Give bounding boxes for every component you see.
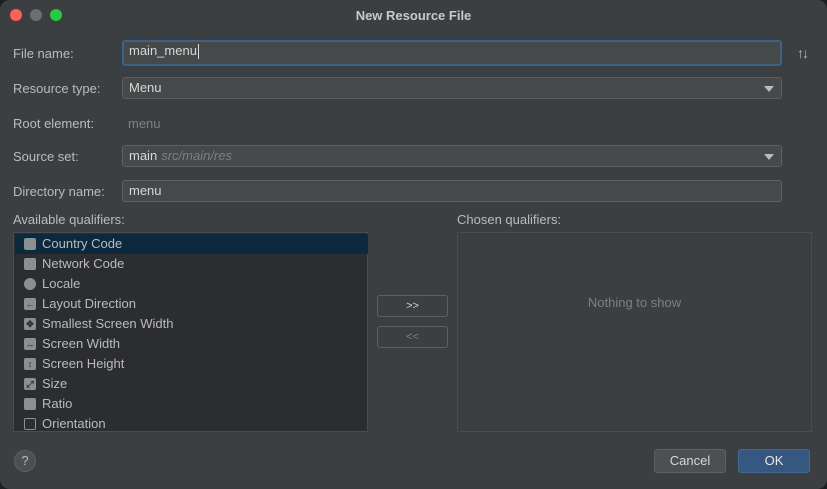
screen-height-icon: ↕	[24, 358, 36, 370]
layout-direction-icon: ←	[24, 298, 36, 310]
list-item[interactable]: ↔ Screen Width	[15, 334, 368, 354]
list-item-label: Ratio	[42, 396, 73, 411]
smallest-width-icon: ✥	[24, 318, 36, 330]
list-item[interactable]: ↕ Screen Height	[15, 354, 368, 374]
chosen-qualifiers-label: Chosen qualifiers:	[457, 212, 562, 227]
screen-width-icon: ↔	[24, 338, 36, 350]
resource-type-dropdown[interactable]: Menu	[122, 77, 782, 99]
chosen-qualifiers-list[interactable]: Nothing to show	[457, 232, 812, 432]
available-qualifiers-list[interactable]: Country Code Network Code Locale ← Layout…	[13, 232, 368, 432]
empty-state-text: Nothing to show	[587, 295, 682, 310]
list-item[interactable]: Country Code	[15, 234, 368, 254]
network-code-icon	[24, 258, 36, 270]
list-item[interactable]: ← Layout Direction	[15, 294, 368, 314]
chevron-down-icon	[764, 86, 774, 92]
list-item[interactable]: ⤢ Size	[15, 374, 368, 394]
text-caret	[197, 44, 199, 60]
ratio-icon	[24, 398, 36, 410]
source-set-dropdown[interactable]: main src/main/res	[122, 145, 782, 167]
root-element-value: menu	[128, 116, 161, 131]
directory-name-input[interactable]: menu	[122, 180, 782, 202]
list-item-label: Locale	[42, 276, 81, 291]
remove-qualifier-button[interactable]: <<	[377, 326, 448, 348]
available-qualifiers-label: Available qualifiers:	[13, 212, 125, 227]
help-button[interactable]: ?	[14, 450, 36, 472]
title-bar: New Resource File	[0, 0, 827, 30]
list-item-label: Screen Height	[42, 356, 125, 371]
list-item[interactable]: Orientation	[15, 414, 368, 431]
orientation-icon	[24, 418, 36, 430]
list-item-label: Smallest Screen Width	[42, 316, 174, 331]
file-name-label: File name:	[13, 46, 74, 61]
list-item-label: Screen Width	[42, 336, 121, 351]
resource-type-label: Resource type:	[13, 81, 101, 96]
country-code-icon	[24, 238, 36, 250]
list-item-label: Network Code	[42, 256, 125, 271]
list-item[interactable]: Ratio	[15, 394, 368, 414]
cancel-button[interactable]: Cancel	[654, 449, 726, 473]
list-item[interactable]: ✥ Smallest Screen Width	[15, 314, 368, 334]
dialog-title: New Resource File	[355, 8, 472, 23]
source-set-label: Source set:	[13, 149, 79, 164]
source-set-path: src/main/res	[161, 148, 232, 163]
globe-icon	[24, 278, 36, 290]
list-item[interactable]: Locale	[15, 274, 368, 294]
list-item[interactable]: Network Code	[15, 254, 368, 274]
resource-type-value: Menu	[129, 80, 162, 95]
directory-name-value: menu	[129, 183, 162, 198]
add-qualifier-button[interactable]: >>	[377, 295, 448, 317]
list-item-label: Size	[42, 376, 68, 391]
new-resource-file-dialog: New Resource File File name: main_menu ↑…	[0, 0, 827, 489]
list-item-label: Country Code	[42, 236, 123, 251]
size-icon: ⤢	[24, 378, 36, 390]
directory-name-label: Directory name:	[13, 184, 105, 199]
source-set-value: main	[129, 148, 158, 163]
root-element-label: Root element:	[13, 116, 94, 131]
list-item-label: Layout Direction	[42, 296, 136, 311]
list-item-label: Orientation	[42, 416, 106, 431]
ok-button[interactable]: OK	[738, 449, 810, 473]
chevron-down-icon	[764, 154, 774, 160]
file-name-value: main_menu	[129, 43, 197, 58]
file-name-input[interactable]: main_menu	[122, 40, 782, 66]
sort-icon[interactable]: ↑↓	[797, 45, 809, 61]
